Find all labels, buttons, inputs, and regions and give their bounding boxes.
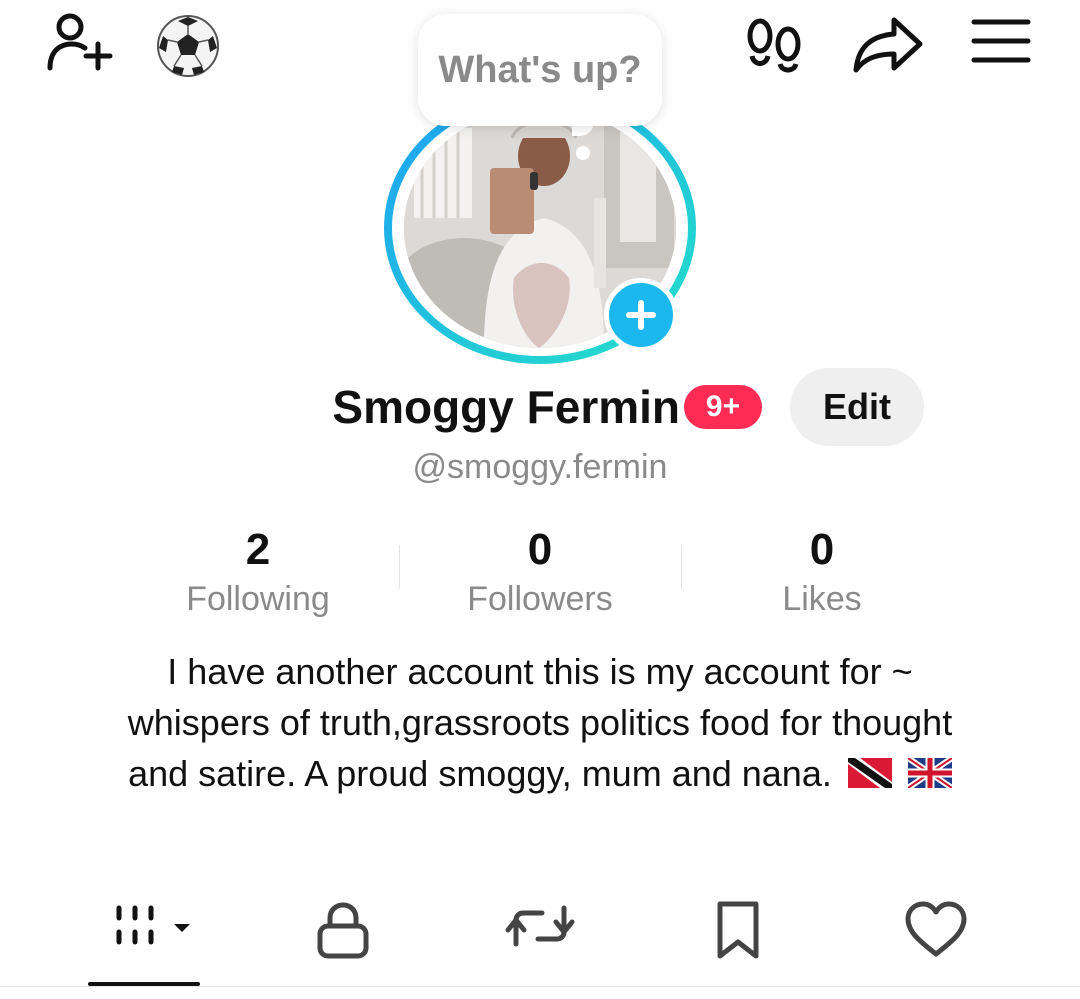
chevron-down-icon (174, 924, 190, 932)
likes-count: 0 (809, 525, 835, 574)
soccer-ball-icon[interactable] (152, 10, 224, 82)
following-label: Following (186, 580, 330, 618)
stat-divider (399, 545, 400, 589)
bio-text: I have another account this is my accoun… (127, 651, 953, 794)
followers-count: 0 (527, 525, 553, 574)
notification-badge[interactable]: 9+ (684, 385, 762, 429)
lock-icon (317, 902, 369, 959)
stat-followers[interactable]: 0 Followers (410, 526, 670, 619)
note-text: What's up? (438, 48, 642, 91)
profile-handle: @smoggy.fermin (412, 448, 668, 486)
note-bubble[interactable]: What's up? (418, 14, 662, 126)
tab-reposts[interactable] (502, 896, 578, 976)
flag-trinidad-and-tobago (847, 750, 892, 801)
repost-icon (505, 905, 575, 947)
tab-private[interactable] (308, 896, 378, 976)
share-arrow-icon[interactable] (850, 14, 924, 74)
footprints-icon[interactable] (742, 12, 806, 74)
tab-bar-divider (0, 986, 1080, 987)
stat-following[interactable]: 2 Following (128, 526, 388, 619)
tab-liked[interactable] (898, 896, 974, 976)
stat-divider (681, 545, 682, 589)
profile-page: What's up? Smoggy Fermin 9+ Edit @smoggy… (0, 0, 1080, 999)
following-count: 2 (245, 525, 271, 574)
heart-icon (905, 901, 967, 957)
tab-videos[interactable] (88, 896, 200, 976)
profile-name: Smoggy Fermin (332, 381, 680, 433)
stat-likes[interactable]: 0 Likes (692, 526, 952, 619)
tab-saved[interactable] (708, 896, 768, 976)
followers-label: Followers (467, 580, 613, 618)
hamburger-menu-icon[interactable] (970, 16, 1032, 66)
edit-profile-button[interactable]: Edit (790, 368, 924, 446)
profile-bio: I have another account this is my accoun… (100, 646, 980, 801)
likes-label: Likes (782, 580, 862, 618)
person-plus-icon[interactable] (40, 8, 116, 74)
bookmark-icon (717, 901, 759, 959)
note-bubble-dot (576, 146, 590, 160)
videos-grid-icon (116, 905, 154, 945)
add-story-button[interactable] (604, 278, 678, 352)
flag-united-kingdom (906, 750, 954, 801)
